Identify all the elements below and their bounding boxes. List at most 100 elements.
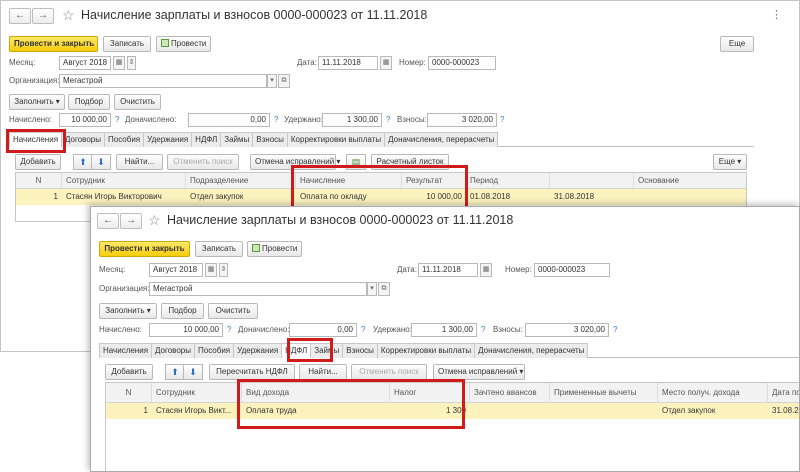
table-more-button[interactable]: Еще ▾ [713,154,747,170]
date-field[interactable]: 11.11.2018 [418,263,478,277]
organization-dropdown-icon[interactable]: ▾ [367,282,377,296]
organization-open-icon[interactable]: ⧉ [378,282,390,296]
date-calendar-icon[interactable]: ▦ [380,56,392,70]
cancel-fixes-button[interactable]: Отмена исправлений ▾ [250,154,340,170]
post-and-close-button[interactable]: Провести и закрыть [9,36,98,52]
col-employee[interactable]: Сотрудник [152,383,242,403]
date-field[interactable]: 11.11.2018 [318,56,378,70]
calendar-icon[interactable]: ▦ [205,263,217,277]
table-row[interactable]: 1 Стасян Игорь Викторович Отдел закупок … [16,189,746,205]
organization-open-icon[interactable]: ⧉ [278,74,290,88]
col-advances-credited[interactable]: Зачтено авансов [470,383,550,403]
back-arrow-icon[interactable]: ← [97,213,119,229]
month-stepper[interactable]: ⇕ [219,263,228,277]
find-button[interactable]: Найти... [116,154,163,170]
tab-benefits[interactable]: Пособия [194,343,235,358]
cancel-fixes-button[interactable]: Отмена исправлений ▾ [433,364,525,380]
col-tax[interactable]: Налог [390,383,470,403]
move-down-icon[interactable]: ⬇ [91,154,111,170]
tab-deductions[interactable]: Удержания [233,343,283,358]
organization-field[interactable]: Мегастрой [59,74,267,88]
tab-deductions[interactable]: Удержания [143,132,193,147]
tab-loans[interactable]: Займы [220,132,254,147]
tab-ndfl[interactable]: НДФЛ [191,132,222,147]
tab-contracts[interactable]: Договоры [151,343,195,358]
col-number[interactable]: N [106,383,152,403]
favorite-star-icon[interactable]: ☆ [148,212,161,228]
post-button[interactable]: Провести [156,36,211,52]
help-icon[interactable]: ? [500,113,504,127]
page-title: Начисление зарплаты и взносов 0000-00002… [81,8,428,22]
tab-recalculations[interactable]: Доначисления, перерасчеты [474,343,589,358]
col-period-end[interactable] [550,173,634,189]
help-icon[interactable]: ? [613,323,617,337]
move-down-icon[interactable]: ⬇ [183,364,203,380]
report-icon[interactable]: ▤ [346,154,366,170]
tab-accruals[interactable]: Начисления [9,132,63,147]
number-field[interactable]: 0000-000023 [428,56,496,70]
tab-payment-adjustments[interactable]: Корректировки выплаты [376,343,476,358]
select-button[interactable]: Подбор [68,94,110,110]
forward-arrow-icon[interactable]: → [120,213,142,229]
add-row-button[interactable]: Добавить [105,364,153,380]
col-income-type[interactable]: Вид дохода [242,383,390,403]
tab-contributions[interactable]: Взносы [342,343,378,358]
tab-payment-adjustments[interactable]: Корректировки выплаты [286,132,386,147]
col-employee[interactable]: Сотрудник [62,173,186,189]
recalculate-ndfl-button[interactable]: Пересчитать НДФЛ [209,364,295,380]
col-basis[interactable]: Основание [634,173,746,189]
col-department[interactable]: Подразделение [186,173,296,189]
find-button[interactable]: Найти... [299,364,347,380]
fill-button[interactable]: Заполнить ▾ [99,303,157,319]
date-calendar-icon[interactable]: ▦ [480,263,492,277]
move-up-icon[interactable]: ⬆ [73,154,93,170]
col-applied-deductions[interactable]: Примененные вычеты [550,383,658,403]
number-field[interactable]: 0000-000023 [534,263,610,277]
add-row-button[interactable]: Добавить [15,154,61,170]
organization-dropdown-icon[interactable]: ▾ [267,74,277,88]
back-arrow-icon[interactable]: ← [9,8,31,24]
help-icon[interactable]: ? [481,323,485,337]
select-button[interactable]: Подбор [161,303,204,319]
col-period[interactable]: Период [466,173,550,189]
clear-button[interactable]: Очистить [114,94,161,110]
tab-recalculations[interactable]: Доначисления, перерасчеты [384,132,499,147]
tab-contracts[interactable]: Договоры [61,132,105,147]
table-row[interactable]: 1 Стасян Игорь Викт... Оплата труда 1 30… [106,403,799,419]
favorite-star-icon[interactable]: ☆ [62,7,75,23]
clear-button[interactable]: Очистить [208,303,258,319]
tab-ndfl[interactable]: НДФЛ [281,343,312,358]
page-title: Начисление зарплаты и взносов 0000-00002… [167,213,514,227]
month-field[interactable]: Август 2018 [149,263,203,277]
help-icon[interactable]: ? [115,113,119,127]
more-menu-button[interactable]: Еще [720,36,754,52]
save-button[interactable]: Записать [103,36,151,52]
month-stepper[interactable]: ⇕ [127,56,136,70]
col-number[interactable]: N [16,173,62,189]
col-result[interactable]: Результат [402,173,466,189]
tab-benefits[interactable]: Пособия [104,132,145,147]
col-date[interactable]: Дата по [768,383,799,403]
window-menu-icon[interactable]: ⋮ [771,8,782,21]
save-button[interactable]: Записать [195,241,243,257]
tab-contributions[interactable]: Взносы [252,132,288,147]
help-icon[interactable]: ? [361,323,365,337]
forward-arrow-icon[interactable]: → [32,8,54,24]
cancel-search-button[interactable]: Отменить поиск [351,364,427,380]
help-icon[interactable]: ? [386,113,390,127]
fill-button[interactable]: Заполнить ▾ [9,94,65,110]
calendar-icon[interactable]: ▦ [113,56,125,70]
month-field[interactable]: Август 2018 [59,56,111,70]
post-and-close-button[interactable]: Провести и закрыть [99,241,190,257]
help-icon[interactable]: ? [274,113,278,127]
col-accrual[interactable]: Начисление [296,173,402,189]
tab-loans[interactable]: Займы [310,343,344,358]
tab-accruals[interactable]: Начисления [99,343,153,358]
cancel-search-button[interactable]: Отменить поиск [167,154,239,170]
help-icon[interactable]: ? [227,323,231,337]
col-income-place[interactable]: Место получ. дохода [658,383,768,403]
move-up-icon[interactable]: ⬆ [165,364,185,380]
organization-field[interactable]: Мегастрой [149,282,367,296]
payslip-button[interactable]: Расчетный листок [371,154,449,170]
post-button[interactable]: Провести [247,241,302,257]
